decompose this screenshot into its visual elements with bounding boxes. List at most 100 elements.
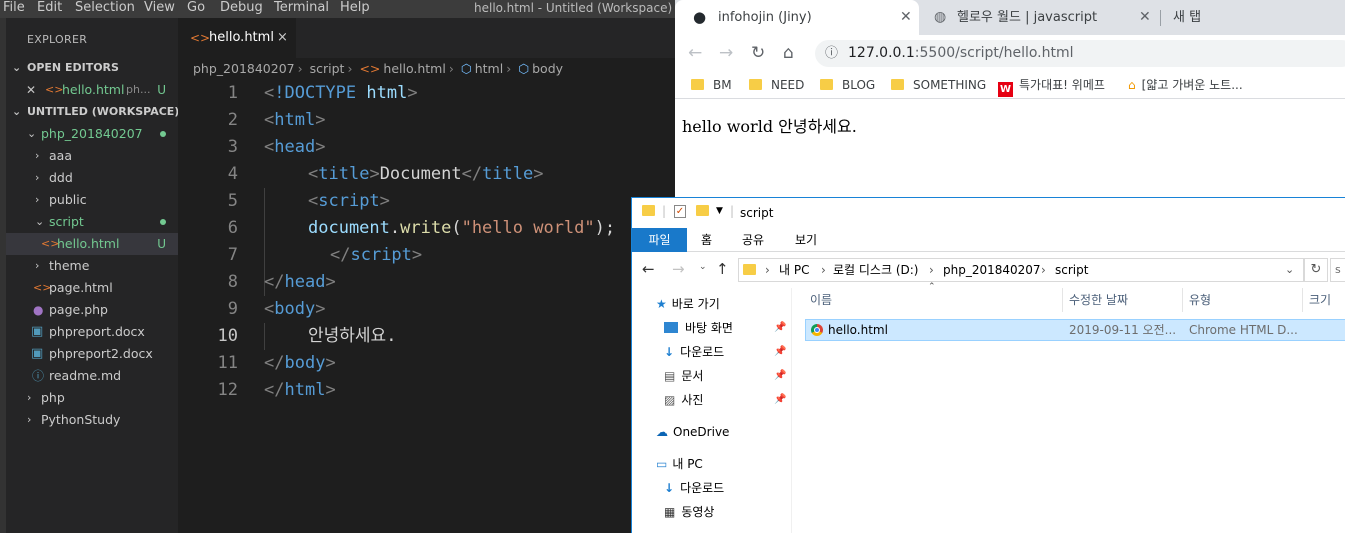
column-divider[interactable] <box>1062 288 1063 312</box>
breadcrumb-item[interactable]: html <box>475 61 503 76</box>
column-divider[interactable] <box>1302 288 1303 312</box>
column-divider[interactable] <box>1182 288 1183 312</box>
address-bar[interactable]: › 내 PC › 로컬 디스크 (D:) › php_201840207 › s… <box>738 258 1304 282</box>
menu-go[interactable]: Go <box>187 0 205 16</box>
bookmark-need[interactable]: NEED <box>749 71 804 99</box>
ribbon-tab-share[interactable]: 공유 <box>742 228 764 252</box>
close-icon[interactable]: ✕ <box>900 0 912 35</box>
nav-this-pc[interactable]: ▭ 내 PC <box>656 452 703 476</box>
pin-icon[interactable]: 📌 <box>774 340 786 364</box>
bookmark-notebook[interactable]: ⌂ [얇고 가벼운 노트... <box>1128 71 1243 99</box>
bookmark-blog[interactable]: BLOG <box>820 71 875 99</box>
address-bar[interactable]: ⓘ 127.0.0.1:5500/script/hello.html <box>815 40 1345 67</box>
nav-downloads[interactable]: ↓ 다운로드 📌 <box>664 340 792 364</box>
bookmark-wemakeprice[interactable]: W 특가대표! 위메프 <box>998 71 1105 99</box>
pin-icon[interactable]: 📌 <box>774 364 786 388</box>
column-header-type[interactable]: 유형 <box>1189 288 1211 312</box>
address-segment[interactable]: 로컬 디스크 (D:) <box>833 259 918 281</box>
breadcrumb-item[interactable]: script <box>310 61 345 76</box>
tree-file-hello-html[interactable]: <> hello.html U <box>6 233 178 255</box>
code-editor[interactable]: 1 2 3 4 5 6 7 8 9 10 11 12 <!DOCTYPE htm… <box>178 80 675 533</box>
open-editor-item[interactable]: ✕ <> hello.html ph... U <box>6 79 178 101</box>
column-header-modified[interactable]: 수정한 날짜 <box>1069 288 1128 312</box>
recent-dropdown-icon[interactable]: ⌄ <box>699 262 707 272</box>
chevron-right-icon: › <box>929 263 934 277</box>
tree-file-readme-md[interactable]: ⓘ readme.md <box>6 365 178 387</box>
forward-arrow-icon[interactable]: → <box>719 35 733 71</box>
browser-tab-title: infohojin (Jiny) <box>718 10 812 25</box>
reload-icon[interactable]: ↻ <box>751 35 765 71</box>
up-arrow-icon[interactable]: ↑ <box>716 260 729 278</box>
address-segment[interactable]: php_201840207 <box>943 259 1041 281</box>
column-header-name[interactable]: 이름 <box>810 288 832 312</box>
properties-icon[interactable]: ✓ <box>674 205 686 218</box>
file-row-hello-html[interactable]: hello.html 2019-09-11 오전... Chrome HTML … <box>805 319 1345 341</box>
nav-videos[interactable]: ▦ 동영상 <box>664 500 714 524</box>
close-icon[interactable]: ✕ <box>1139 0 1151 35</box>
breadcrumb-item[interactable]: body <box>532 61 563 76</box>
browser-tab-hello-world[interactable]: ◍ 헬로우 월드 | javascript ✕ <box>919 0 1158 35</box>
home-icon[interactable]: ⌂ <box>783 35 794 71</box>
line-number: 12 <box>217 380 238 400</box>
workspace-section[interactable]: ⌄ UNTITLED (WORKSPACE) <box>6 101 179 123</box>
column-header-size[interactable]: 크기 <box>1309 288 1331 312</box>
ribbon-tab-file[interactable]: 파일 <box>632 228 687 252</box>
menu-help[interactable]: Help <box>340 0 370 16</box>
tab-hello-html[interactable]: <> hello.html × <box>178 18 296 58</box>
address-dropdown-icon[interactable]: ⌄ <box>1285 259 1294 281</box>
nav-onedrive[interactable]: ☁ OneDrive <box>656 420 729 444</box>
nav-desktop[interactable]: 바탕 화면 📌 <box>664 316 792 340</box>
tree-file-phpreport-docx[interactable]: ▣ phpreport.docx <box>6 321 178 343</box>
back-arrow-icon[interactable]: ← <box>688 35 702 71</box>
tree-file-page-php[interactable]: ● page.php <box>6 299 178 321</box>
new-folder-icon[interactable] <box>696 205 709 216</box>
address-segment[interactable]: 내 PC <box>779 259 809 281</box>
ribbon-tab-view[interactable]: 보기 <box>795 228 817 252</box>
tree-folder-public[interactable]: › public <box>6 189 178 211</box>
chevron-right-icon: › <box>1041 263 1046 277</box>
back-arrow-icon[interactable]: ← <box>642 260 655 278</box>
bookmark-bm[interactable]: BM <box>691 71 732 99</box>
menu-selection[interactable]: Selection <box>75 0 135 16</box>
tree-folder-php_201840207[interactable]: ⌄ php_201840207 <box>6 123 178 145</box>
pin-icon[interactable]: 📌 <box>774 316 786 340</box>
tree-folder-pythonstudy[interactable]: › PythonStudy <box>6 409 178 431</box>
tree-folder-theme[interactable]: › theme <box>6 255 178 277</box>
close-icon[interactable]: × <box>277 18 288 58</box>
nav-pc-downloads[interactable]: ↓ 다운로드 <box>664 476 724 500</box>
menu-edit[interactable]: Edit <box>37 0 62 16</box>
nav-quick-access[interactable]: ★ 바로 가기 <box>656 292 720 316</box>
menu-view[interactable]: View <box>144 0 175 16</box>
dropdown-arrow-icon[interactable]: ▼ <box>716 206 723 216</box>
bookmark-something[interactable]: SOMETHING <box>891 71 986 99</box>
tree-item-label: phpreport2.docx <box>49 346 153 361</box>
menu-file[interactable]: File <box>3 0 25 16</box>
menu-debug[interactable]: Debug <box>220 0 263 16</box>
section-title: OPEN EDITORS <box>27 61 119 74</box>
nav-pictures[interactable]: ▨ 사진 📌 <box>664 388 792 412</box>
line-number: 2 <box>227 110 238 130</box>
search-input[interactable]: s <box>1330 258 1345 282</box>
ribbon-tab-home[interactable]: 홈 <box>701 228 712 252</box>
tree-file-phpreport2-docx[interactable]: ▣ phpreport2.docx <box>6 343 178 365</box>
tree-folder-ddd[interactable]: › ddd <box>6 167 178 189</box>
menu-terminal[interactable]: Terminal <box>274 0 329 16</box>
address-segment[interactable]: script <box>1055 259 1088 281</box>
sort-asc-icon: ⌃ <box>928 282 936 292</box>
breadcrumb-item[interactable]: php_201840207 <box>193 61 295 76</box>
close-icon[interactable]: ✕ <box>26 79 36 101</box>
tree-folder-aaa[interactable]: › aaa <box>6 145 178 167</box>
symbol-element-icon: ⬡ <box>460 61 472 76</box>
browser-tab-new[interactable]: 새 탭 <box>1161 0 1345 35</box>
forward-arrow-icon[interactable]: → <box>672 260 685 278</box>
tree-file-page-html[interactable]: <> page.html <box>6 277 178 299</box>
line-number: 7 <box>227 245 238 265</box>
browser-tab-github[interactable]: ● infohojin (Jiny) ✕ <box>675 0 919 35</box>
tree-folder-script[interactable]: ⌄ script <box>6 211 178 233</box>
breadcrumb-item[interactable]: hello.html <box>383 61 445 76</box>
tree-folder-php[interactable]: › php <box>6 387 178 409</box>
nav-documents[interactable]: ▤ 문서 📌 <box>664 364 792 388</box>
refresh-icon[interactable]: ↻ <box>1304 258 1328 282</box>
pin-icon[interactable]: 📌 <box>774 388 786 412</box>
open-editors-section[interactable]: ⌄ OPEN EDITORS <box>6 57 178 79</box>
